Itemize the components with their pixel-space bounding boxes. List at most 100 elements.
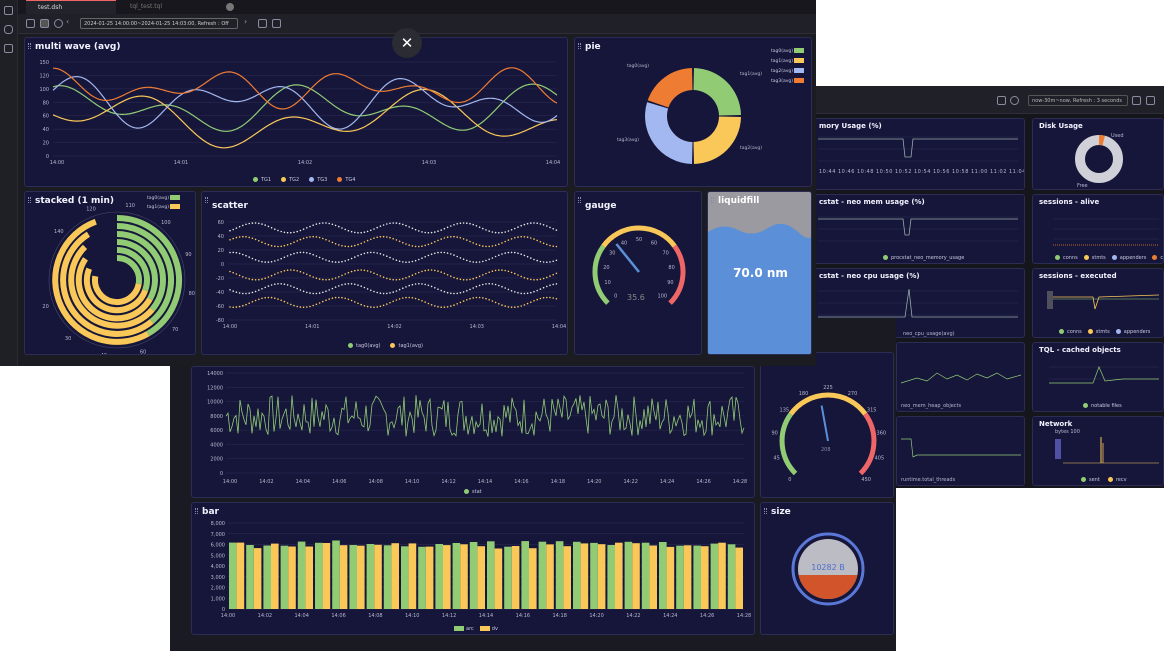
stat-line-chart: 14000 12000 10000 8000 6000 4000 2000 014:00 14:…: [207, 371, 747, 485]
scatter-point: [414, 245, 417, 248]
scatter-chart: 6040200-20-40-60-8014:00 14:01 14:02 14:03 1…: [216, 220, 566, 330]
scatter-point: [440, 271, 442, 273]
scatter-point: [293, 269, 295, 271]
new-tab-icon[interactable]: [226, 3, 234, 11]
heap-legend: neo_mem_heap_objects: [901, 403, 962, 409]
scatter-point: [264, 261, 266, 263]
gauge-tick-label: 90: [772, 431, 778, 437]
scatter-point: [293, 286, 295, 289]
scatter-point: [472, 297, 475, 299]
y-tick-label: 1,000: [211, 596, 225, 602]
dashboard-icon[interactable]: [26, 19, 35, 28]
panel-heap-objects: neo_mem_heap_objects: [896, 342, 1025, 412]
reference-icon[interactable]: [4, 44, 13, 53]
x-tick-label: 14:12: [441, 479, 455, 485]
scatter-point: [357, 232, 359, 234]
scatter-point: [344, 228, 346, 231]
scatter-point: [306, 306, 308, 308]
scatter-point: [366, 251, 369, 254]
pie-label-tag3: tag3(avg): [617, 138, 640, 143]
gauge-tick-label: 360: [877, 431, 887, 437]
scatter-point: [328, 298, 330, 300]
scatter-point: [501, 242, 503, 244]
tql-chart: [1049, 366, 1159, 384]
scatter-point: [350, 283, 353, 285]
save-icon[interactable]: [997, 96, 1006, 105]
bar-dv: [425, 546, 434, 609]
scatter-point: [347, 271, 350, 274]
forward-icon[interactable]: [1132, 96, 1141, 105]
scatter-point: [469, 288, 471, 291]
scatter-point: [296, 252, 298, 254]
save-icon[interactable]: [258, 19, 267, 28]
scatter-point: [296, 287, 298, 290]
scatter-point: [315, 292, 318, 295]
save-as-icon[interactable]: [272, 19, 281, 28]
forward-arrow-icon[interactable]: ›: [244, 17, 247, 26]
series-line-TG1: [52, 83, 558, 132]
scatter-point: [549, 296, 551, 299]
panel-bar: bar 8,000 7,000 6,000 5,000 4,000 3,000 2,000 1…: [191, 502, 755, 635]
scatter-point: [418, 271, 420, 274]
scatter-point: [376, 236, 378, 239]
scatter-point: [274, 283, 276, 285]
scatter-point: [347, 229, 350, 232]
legend-item: tag1(avg): [147, 203, 181, 212]
x-tick-label: 14:18: [553, 613, 567, 619]
tab-label: test.dsh: [38, 4, 63, 11]
scatter-point: [318, 302, 321, 304]
database-icon[interactable]: [4, 25, 13, 34]
tab-test-dsh[interactable]: test.dsh: [26, 0, 116, 14]
scatter-point: [392, 222, 394, 224]
scatter-point: [549, 244, 551, 247]
time-range-picker[interactable]: 2024-01-25 14:00:00~2024-01-25 14:03:00,…: [80, 18, 238, 29]
settings-icon[interactable]: [1146, 96, 1155, 105]
multi-wave-legend: TG1 TG2 TG3 TG4: [253, 177, 356, 183]
scatter-point: [389, 236, 391, 239]
pie-slice-tag1(avg): [693, 116, 741, 164]
x-tick-label: 14:28: [737, 613, 751, 619]
files-icon[interactable]: [4, 6, 13, 15]
scatter-point: [533, 300, 535, 302]
scatter-point: [283, 256, 286, 259]
scatter-point: [254, 299, 257, 302]
scatter-point: [418, 258, 420, 261]
back-arrow-icon[interactable]: ‹: [66, 17, 69, 26]
scatter-point: [427, 302, 430, 305]
scatter-point: [379, 225, 382, 227]
bar-arc: [607, 545, 615, 609]
panel-gauge: gauge 0 10 20 30 40 50 60 70 80 90 100 35.6: [574, 191, 702, 355]
time-range-picker[interactable]: now-30m~now, Refresh : 3 seconds: [1028, 95, 1128, 106]
bar-dv: [563, 546, 571, 609]
scatter-point: [347, 283, 350, 285]
x-tick-label: 14:10: [405, 613, 419, 619]
scatter-point: [328, 240, 330, 242]
scatter-point: [405, 286, 407, 288]
scatter-point: [485, 229, 487, 231]
scatter-point: [386, 292, 388, 295]
pie-slice-tag2(avg): [645, 102, 693, 164]
scatter-point: [261, 278, 263, 280]
gauge-tick-label: 0: [788, 477, 791, 483]
bar-dv: [443, 545, 451, 609]
scatter-point: [392, 237, 394, 240]
refresh-icon[interactable]: [54, 19, 63, 28]
close-button[interactable]: ✕: [392, 28, 422, 58]
scatter-point: [507, 251, 510, 254]
bar-dv: [718, 542, 726, 609]
y-tick-label: 10000: [207, 400, 223, 406]
legend-item: recv: [1107, 477, 1127, 483]
scatter-point: [507, 239, 510, 241]
scatter-point: [485, 272, 487, 275]
fullscreen-icon[interactable]: [40, 19, 49, 28]
tab-tql-test[interactable]: tql_test.tql: [118, 0, 208, 14]
panel-sessions-executed: sessions - executed conns stmts appender…: [1032, 268, 1164, 338]
scatter-point: [251, 237, 254, 240]
refresh-icon[interactable]: [1010, 96, 1019, 105]
scatter-point: [453, 292, 455, 295]
scatter-point: [357, 284, 359, 286]
scatter-point: [446, 291, 449, 294]
bar-arc: [676, 545, 684, 609]
bar-dv: [597, 544, 606, 609]
legend-item: notable files: [1083, 403, 1122, 409]
